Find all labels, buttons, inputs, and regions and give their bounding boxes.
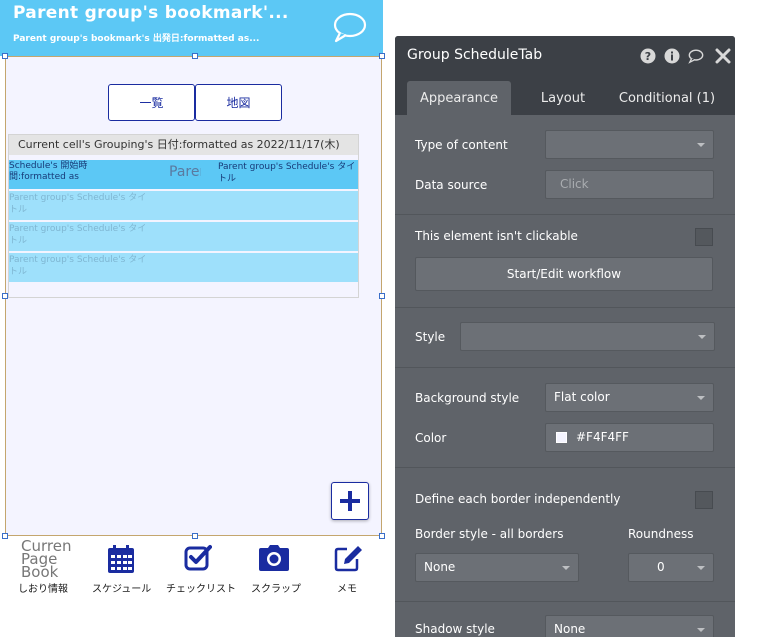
tab-label: メモ [337, 584, 357, 595]
divider [395, 307, 735, 308]
divider [395, 367, 735, 368]
color-label: Color [415, 431, 447, 445]
checkbox-icon [184, 545, 212, 571]
roundness-input[interactable]: 0 [628, 553, 714, 582]
comment-icon[interactable] [688, 48, 704, 64]
selection-handle[interactable] [379, 293, 385, 299]
color-value: #F4F4FF [576, 430, 629, 444]
chevron-down-icon [562, 566, 570, 570]
style-dropdown[interactable] [460, 322, 715, 351]
stepper-icon [697, 566, 705, 570]
plus-icon [340, 491, 360, 511]
map-view-button[interactable]: 地図 [195, 84, 282, 121]
parent-label: Parent [169, 164, 201, 180]
not-clickable-checkbox[interactable] [695, 228, 713, 246]
tab-schedule[interactable]: スケジュール [85, 540, 159, 596]
background-style-dropdown[interactable]: Flat color [545, 383, 714, 412]
divider [395, 214, 735, 215]
current-page-book-placeholder: Current Page Book [21, 540, 71, 578]
border-independent-label: Define each border independently [415, 492, 621, 506]
app-header: Parent group's bookmark'... Parent group… [0, 0, 383, 56]
calendar-icon [108, 545, 134, 573]
shadow-style-label: Shadow style [415, 622, 495, 636]
start-edit-workflow-button[interactable]: Start/Edit workflow [415, 257, 713, 291]
panel-title: Group ScheduleTab [407, 47, 543, 63]
data-source-input[interactable]: Click [545, 170, 714, 199]
help-icon[interactable]: ? [640, 48, 656, 64]
chevron-down-icon [697, 143, 705, 147]
selection-handle[interactable] [2, 533, 8, 539]
roundness-value: 0 [657, 560, 665, 574]
list-view-button[interactable]: 一覧 [108, 84, 195, 121]
tab-bookmark-info[interactable]: Current Page Book しおり情報 [7, 540, 81, 596]
panel-header: Group ScheduleTab ? [395, 36, 735, 76]
border-style-label: Border style - all borders [415, 527, 564, 541]
edit-icon [334, 546, 362, 572]
type-of-content-label: Type of content [415, 138, 508, 152]
style-label: Style [415, 330, 446, 344]
selection-handle[interactable] [379, 53, 385, 59]
panel-tabs: Appearance Layout Conditional (1) [395, 76, 735, 115]
color-swatch [556, 432, 567, 443]
tab-label: しおり情報 [18, 584, 68, 595]
roundness-label: Roundness [628, 527, 694, 541]
schedule-title: Parent group's Schedule's タイトル [9, 224, 147, 246]
data-source-label: Data source [415, 178, 488, 192]
schedule-row[interactable]: Schedule's 開始時間:formatted as Parent Pare… [9, 160, 358, 189]
divider [395, 601, 735, 602]
background-style-value: Flat color [554, 390, 610, 404]
border-style-dropdown[interactable]: None [415, 553, 579, 582]
background-style-label: Background style [415, 391, 520, 405]
tab-scrap[interactable]: スクラップ [237, 540, 311, 596]
close-icon[interactable] [715, 48, 731, 64]
border-independent-checkbox[interactable] [695, 491, 713, 509]
info-icon[interactable] [664, 48, 680, 64]
schedule-title: Parent group's Schedule's タイトル [218, 162, 356, 184]
border-style-value: None [424, 560, 456, 574]
type-of-content-dropdown[interactable] [545, 130, 714, 159]
color-picker[interactable]: #F4F4FF [545, 423, 714, 452]
svg-text:?: ? [645, 50, 651, 63]
schedule-row[interactable]: Parent group's Schedule's タイトル [9, 191, 358, 220]
tab-label: スケジュール [92, 584, 152, 595]
selection-handle[interactable] [379, 533, 385, 539]
not-clickable-label: This element isn't clickable [415, 229, 578, 243]
chat-bubble-icon[interactable] [331, 10, 369, 44]
tab-appearance[interactable]: Appearance [407, 81, 511, 115]
tab-checklist[interactable]: チェックリスト [162, 540, 236, 596]
selection-handle[interactable] [192, 53, 198, 59]
tab-label: スクラップ [251, 584, 301, 595]
property-editor-panel: Group ScheduleTab ? Appearance Layout Co… [395, 36, 735, 637]
app-title[interactable]: Parent group's bookmark'... [13, 3, 289, 23]
repeating-group-header: Current cell's Grouping's 日付:formatted a… [9, 135, 358, 155]
schedule-title: Parent group's Schedule's タイトル [9, 255, 147, 277]
add-button[interactable] [331, 482, 369, 520]
tab-conditional[interactable]: Conditional (1) [613, 81, 721, 115]
shadow-style-dropdown[interactable]: None [545, 615, 714, 637]
schedule-row[interactable]: Parent group's Schedule's タイトル [9, 253, 358, 282]
selection-handle[interactable] [192, 533, 198, 539]
chevron-down-icon [698, 335, 706, 339]
schedule-start-time: Schedule's 開始時間:formatted as [9, 161, 88, 182]
chevron-down-icon [697, 396, 705, 400]
selection-handle[interactable] [2, 53, 8, 59]
camera-icon [259, 545, 289, 571]
shadow-style-value: None [554, 622, 586, 636]
schedule-row[interactable]: Parent group's Schedule's タイトル [9, 222, 358, 251]
app-subtitle[interactable]: Parent group's bookmark's 出発日:formatted … [13, 31, 259, 44]
tab-label: チェックリスト [166, 584, 236, 595]
tab-layout[interactable]: Layout [519, 81, 607, 115]
schedule-title: Parent group's Schedule's タイトル [9, 193, 147, 215]
repeating-group[interactable]: Current cell's Grouping's 日付:formatted a… [8, 134, 359, 298]
tab-memo[interactable]: メモ [312, 540, 386, 596]
divider [395, 467, 735, 468]
chevron-down-icon [697, 628, 705, 632]
